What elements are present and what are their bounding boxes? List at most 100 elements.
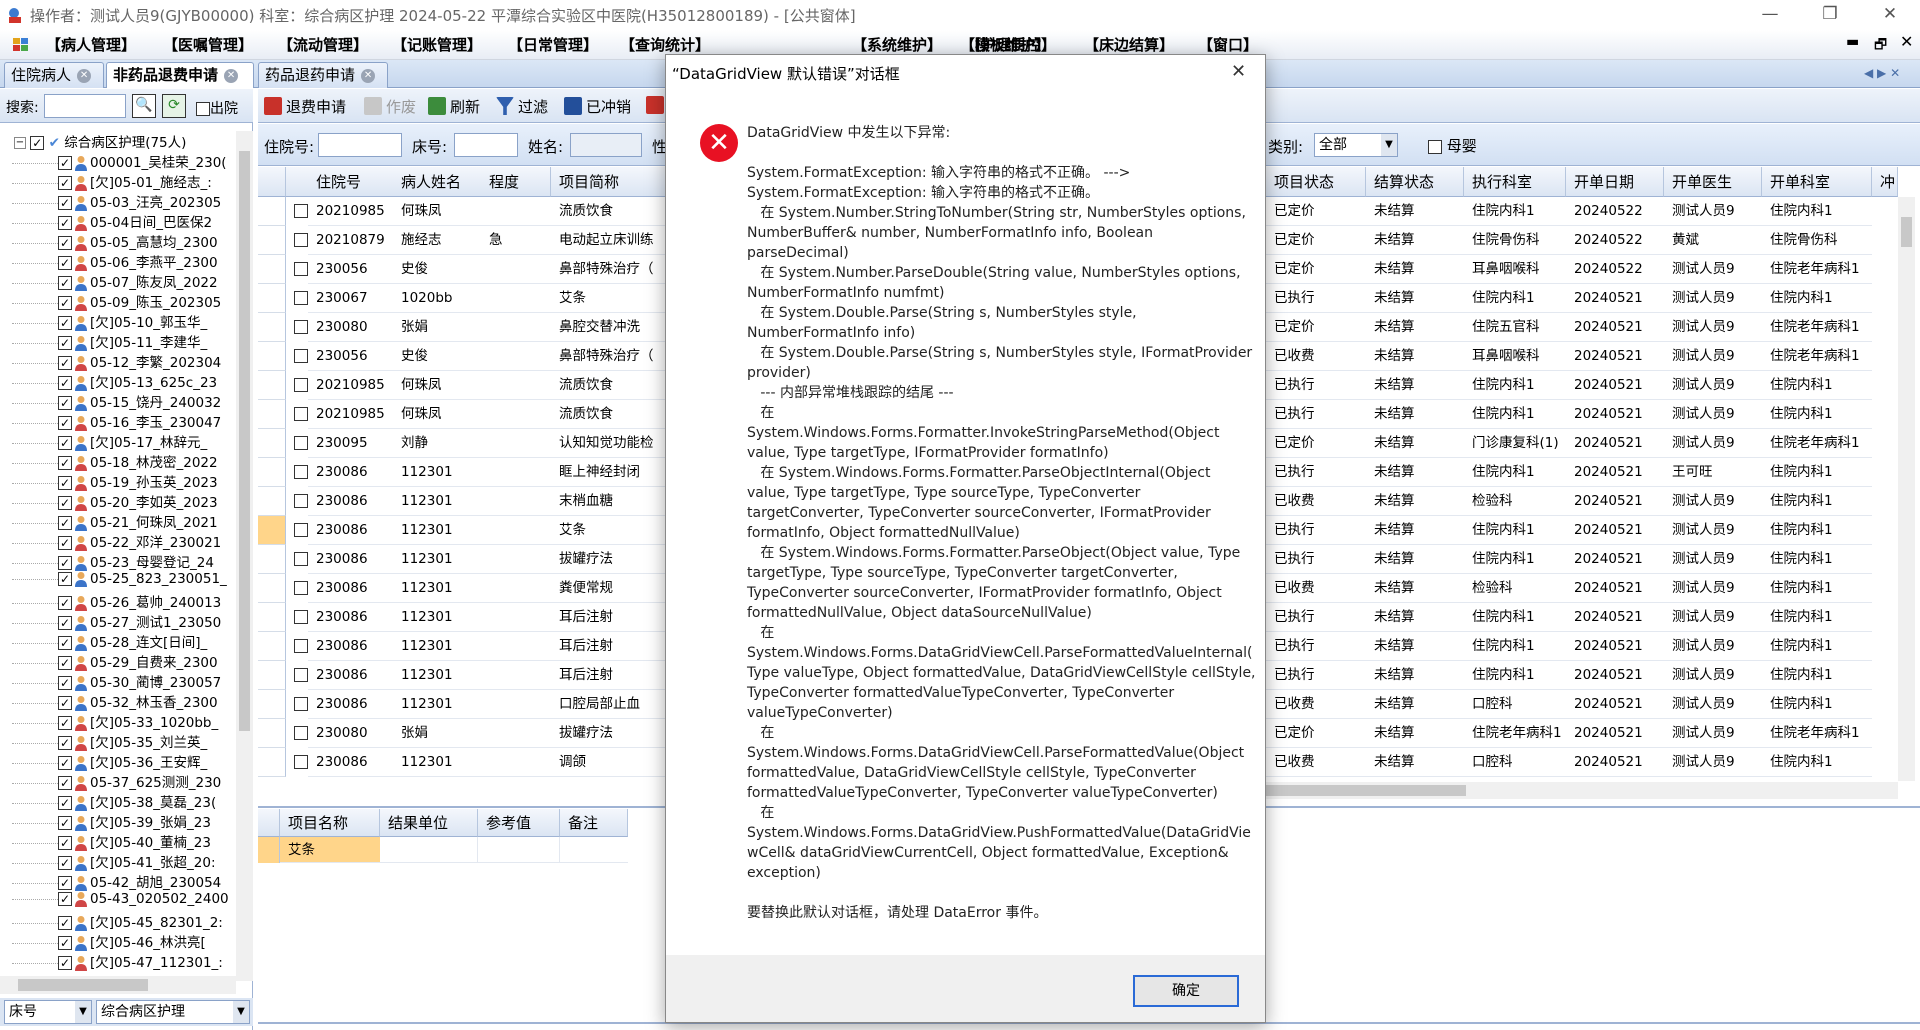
cell-item[interactable]: 流质饮食 (551, 197, 666, 226)
cell-level[interactable] (481, 400, 551, 429)
patient-tree-item[interactable]: ✓ [欠]05-01_施经志_: (0, 171, 236, 191)
col-header-status[interactable]: 项目状态 (1266, 167, 1366, 197)
patient-tree-item[interactable]: ✓ [欠]05-41_张超_20: (0, 851, 236, 871)
row-selector[interactable] (258, 371, 286, 400)
row-selector[interactable] (258, 400, 286, 429)
cell-settle[interactable]: 未结算 (1366, 255, 1464, 284)
cell-dept[interactable]: 住院内科1 (1762, 400, 1872, 429)
cell-status[interactable]: 已定价 (1266, 313, 1366, 342)
tree-scrollbar[interactable] (236, 131, 253, 981)
cell-exec-dept[interactable]: 住院内科1 (1464, 371, 1566, 400)
patient-checkbox[interactable]: ✓ (58, 836, 72, 850)
patient-checkbox[interactable]: ✓ (58, 176, 72, 190)
cell-date[interactable]: 20240521 (1566, 690, 1664, 719)
cell-settle[interactable]: 未结算 (1366, 748, 1464, 777)
cell-level[interactable] (481, 516, 551, 545)
patient-checkbox[interactable]: ✓ (58, 356, 72, 370)
cell-zyh[interactable]: 230095 (308, 429, 393, 458)
cell-dept[interactable]: 住院内科1 (1762, 545, 1872, 574)
sub-header-unit[interactable]: 结果单位 (380, 809, 478, 837)
row-checkbox[interactable] (294, 639, 308, 653)
cell-zyh[interactable]: 20210985 (308, 197, 393, 226)
row-checkbox[interactable] (294, 581, 308, 595)
patient-tree-item[interactable]: ✓ [欠]05-33_1020bb_ (0, 711, 236, 731)
row-selector[interactable] (258, 719, 286, 748)
cell-dept[interactable]: 住院内科1 (1762, 487, 1872, 516)
cell-item[interactable]: 流质饮食 (551, 400, 666, 429)
row-selector[interactable] (258, 487, 286, 516)
cell-level[interactable] (481, 574, 551, 603)
cell-exec-dept[interactable]: 检验科 (1464, 574, 1566, 603)
col-header-dept[interactable]: 开单科室 (1762, 167, 1872, 197)
cell-dept[interactable]: 住院老年病科1 (1762, 255, 1872, 284)
patient-checkbox[interactable]: ✓ (58, 736, 72, 750)
cell-exec-dept[interactable]: 耳鼻咽喉科 (1464, 255, 1566, 284)
root-checkbox[interactable]: ✓ (30, 136, 45, 150)
patient-checkbox[interactable]: ✓ (58, 236, 72, 250)
cell-doctor[interactable]: 测试人员9 (1664, 313, 1762, 342)
tab-nondrug-refund[interactable]: 非药品退费申请 ✕ (106, 62, 254, 88)
cell-zyh[interactable]: 230086 (308, 516, 393, 545)
cell-zyh[interactable]: 230086 (308, 574, 393, 603)
cell-settle[interactable]: 未结算 (1366, 284, 1464, 313)
filter-button[interactable]: 过滤 (496, 96, 548, 117)
patient-checkbox[interactable]: ✓ (58, 456, 72, 470)
cell-item[interactable]: 艾条 (551, 284, 666, 313)
cell-status[interactable]: 已定价 (1266, 255, 1366, 284)
row-selector[interactable] (258, 255, 286, 284)
patient-tree-item[interactable]: ✓ 05-28_连文[日间]_ (0, 631, 236, 651)
cell-name[interactable]: 112301 (393, 603, 481, 632)
cell-item[interactable]: 粪便常规 (551, 574, 666, 603)
patient-tree-item[interactable]: ✓ 05-23_母婴登记_24 (0, 551, 236, 571)
patient-checkbox[interactable]: ✓ (58, 476, 72, 490)
refresh-button[interactable]: 刷新 (428, 96, 480, 117)
cell-status[interactable]: 已定价 (1266, 226, 1366, 255)
cell-zyh[interactable]: 20210985 (308, 371, 393, 400)
cell-level[interactable] (481, 545, 551, 574)
cell-level[interactable] (481, 632, 551, 661)
cell-name[interactable]: 112301 (393, 748, 481, 777)
refresh-tree-icon[interactable]: ⟳ (162, 94, 186, 118)
col-header-doctor[interactable]: 开单医生 (1664, 167, 1762, 197)
patient-checkbox[interactable]: ✓ (58, 616, 72, 630)
cell-doctor[interactable]: 测试人员9 (1664, 719, 1762, 748)
cell-settle[interactable]: 未结算 (1366, 603, 1464, 632)
menu-bedside[interactable]: 【床边结算】 (1084, 34, 1174, 55)
cell-exec-dept[interactable]: 检验科 (1464, 487, 1566, 516)
cell-level[interactable] (481, 284, 551, 313)
cell-name[interactable]: 112301 (393, 545, 481, 574)
patient-checkbox[interactable]: ✓ (58, 776, 72, 790)
cell-date[interactable]: 20240521 (1566, 719, 1664, 748)
minimize-icon[interactable]: — (1740, 0, 1800, 30)
cell-date[interactable]: 20240521 (1566, 748, 1664, 777)
cell-date[interactable]: 20240521 (1566, 371, 1664, 400)
patient-checkbox[interactable]: ✓ (58, 396, 72, 410)
sub-cell-item[interactable]: 艾条 (280, 837, 380, 863)
cell-settle[interactable]: 未结算 (1366, 226, 1464, 255)
cell-date[interactable]: 20240521 (1566, 603, 1664, 632)
search-icon[interactable]: 🔍 (132, 94, 156, 118)
cell-settle[interactable]: 未结算 (1366, 313, 1464, 342)
cell-dept[interactable]: 住院内科1 (1762, 284, 1872, 313)
cell-date[interactable]: 20240521 (1566, 545, 1664, 574)
cell-status[interactable]: 已收费 (1266, 690, 1366, 719)
row-checkbox[interactable] (294, 204, 308, 218)
patient-tree-item[interactable]: ✓ 05-29_自费来_2300 (0, 651, 236, 671)
patient-checkbox[interactable]: ✓ (58, 916, 72, 930)
cell-name[interactable]: 1020bb (393, 284, 481, 313)
discharged-checkbox[interactable]: 出院 (196, 98, 238, 118)
cell-zyh[interactable]: 230086 (308, 545, 393, 574)
cell-dept[interactable]: 住院老年病科1 (1762, 719, 1872, 748)
row-selector[interactable] (258, 342, 286, 371)
cell-exec-dept[interactable]: 住院内科1 (1464, 603, 1566, 632)
patient-tree-item[interactable]: ✓ 000001_吴桂荣_230( (0, 151, 236, 171)
cell-exec-dept[interactable]: 住院内科1 (1464, 400, 1566, 429)
cell-status[interactable]: 已定价 (1266, 197, 1366, 226)
cell-settle[interactable]: 未结算 (1366, 632, 1464, 661)
cell-level[interactable] (481, 313, 551, 342)
cell-status[interactable]: 已收费 (1266, 487, 1366, 516)
patient-tree-item[interactable]: ✓ 05-03_汪亮_202305 (0, 191, 236, 211)
cell-name[interactable]: 何珠凤 (393, 400, 481, 429)
cell-name[interactable]: 张娟 (393, 313, 481, 342)
tab-drug-return[interactable]: 药品退药申请 ✕ (258, 62, 388, 88)
